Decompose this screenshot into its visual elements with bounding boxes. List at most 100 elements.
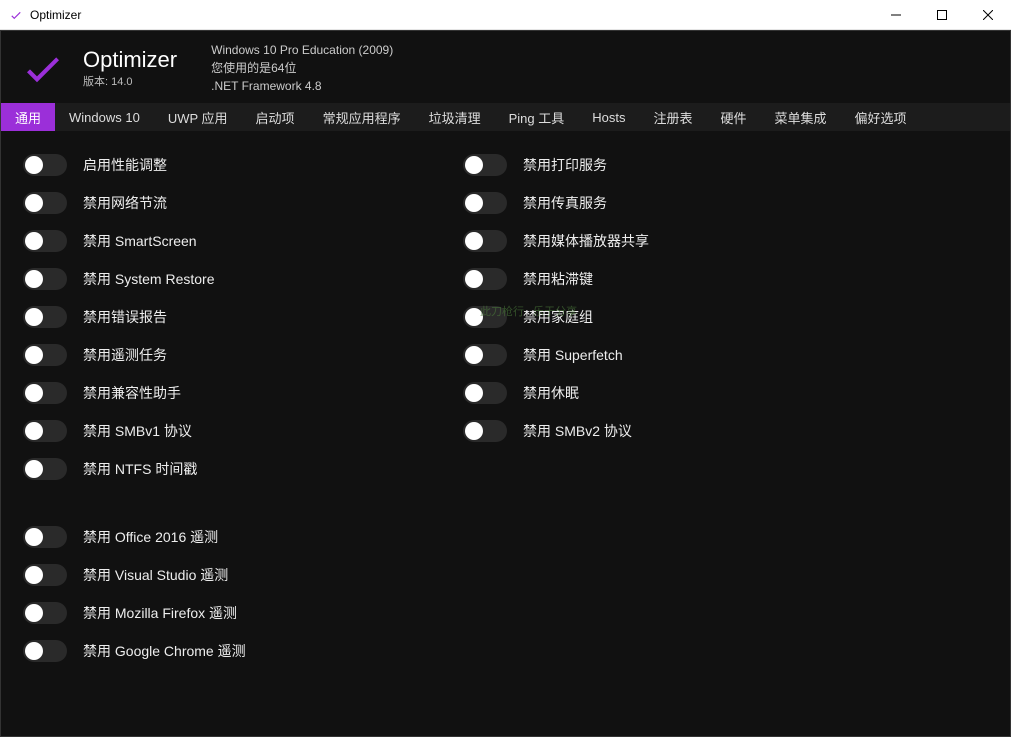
toggle-ntfs-timestamp[interactable] xyxy=(23,458,67,480)
toggle-fax-service[interactable] xyxy=(463,192,507,214)
toggle-label: 禁用 SMBv2 协议 xyxy=(523,421,632,441)
logo-icon xyxy=(19,44,67,92)
tab-registry[interactable]: 注册表 xyxy=(639,103,706,131)
tab-options[interactable]: 偏好选项 xyxy=(841,103,921,131)
minimize-button[interactable] xyxy=(873,0,919,30)
tab-ping[interactable]: Ping 工具 xyxy=(495,103,579,131)
tab-common-apps[interactable]: 常规应用程序 xyxy=(309,103,415,131)
app-title-block: Optimizer 版本: 14.0 xyxy=(83,47,177,89)
toggle-knob xyxy=(465,384,483,402)
toggle-knob xyxy=(25,528,43,546)
toggle-knob xyxy=(465,346,483,364)
toggle-performance[interactable] xyxy=(23,154,67,176)
toggle-knob xyxy=(25,460,43,478)
toggle-firefox-telemetry[interactable] xyxy=(23,602,67,624)
toggle-row-superfetch: 禁用 Superfetch xyxy=(451,337,831,373)
tab-windows10[interactable]: Windows 10 xyxy=(55,103,154,131)
toggle-knob xyxy=(25,308,43,326)
titlebar: Optimizer xyxy=(0,0,1011,30)
toggle-row-firefox-telemetry: 禁用 Mozilla Firefox 遥测 xyxy=(11,595,391,631)
toggle-knob xyxy=(25,384,43,402)
toggle-label: 禁用 Google Chrome 遥测 xyxy=(83,641,246,661)
toggle-telemetry-tasks[interactable] xyxy=(23,344,67,366)
sysinfo-arch: 您使用的是64位 xyxy=(211,59,393,77)
toggle-row-error-reporting: 禁用错误报告 xyxy=(11,299,391,335)
window-title: Optimizer xyxy=(30,8,873,22)
toggle-knob xyxy=(25,156,43,174)
toggle-row-compat-assistant: 禁用兼容性助手 xyxy=(11,375,391,411)
tab-general[interactable]: 通用 xyxy=(1,103,55,131)
toggle-label: 禁用媒体播放器共享 xyxy=(523,231,649,251)
app-header: Optimizer 版本: 14.0 Windows 10 Pro Educat… xyxy=(1,31,1010,103)
toggle-label: 禁用 SMBv1 协议 xyxy=(83,421,192,441)
toggle-label: 启用性能调整 xyxy=(83,155,167,175)
toggle-smbv2[interactable] xyxy=(463,420,507,442)
toggle-homegroup[interactable] xyxy=(463,306,507,328)
toggle-network-throttling[interactable] xyxy=(23,192,67,214)
toggle-label: 禁用粘滞键 xyxy=(523,269,593,289)
close-button[interactable] xyxy=(965,0,1011,30)
group-spacer xyxy=(11,489,391,517)
tab-bar: 通用 Windows 10 UWP 应用 启动项 常规应用程序 垃圾清理 Pin… xyxy=(1,103,1010,131)
toggle-row-sticky-keys: 禁用粘滞键 xyxy=(451,261,831,297)
toggle-hibernation[interactable] xyxy=(463,382,507,404)
toggle-media-sharing[interactable] xyxy=(463,230,507,252)
toggle-knob xyxy=(25,422,43,440)
toggle-row-smbv1: 禁用 SMBv1 协议 xyxy=(11,413,391,449)
app-body: Optimizer 版本: 14.0 Windows 10 Pro Educat… xyxy=(0,30,1011,737)
toggle-row-print-service: 禁用打印服务 xyxy=(451,147,831,183)
toggle-system-restore[interactable] xyxy=(23,268,67,290)
toggle-knob xyxy=(25,346,43,364)
toggle-label: 禁用休眠 xyxy=(523,383,579,403)
toggle-label: 禁用遥测任务 xyxy=(83,345,167,365)
tab-cleaner[interactable]: 垃圾清理 xyxy=(415,103,495,131)
toggle-row-fax-service: 禁用传真服务 xyxy=(451,185,831,221)
toggle-knob xyxy=(465,156,483,174)
toggle-knob xyxy=(25,566,43,584)
toggle-row-ntfs-timestamp: 禁用 NTFS 时间戳 xyxy=(11,451,391,487)
toggle-label: 禁用 Office 2016 遥测 xyxy=(83,527,218,547)
tab-hosts[interactable]: Hosts xyxy=(578,103,639,131)
toggle-compat-assistant[interactable] xyxy=(23,382,67,404)
toggle-knob xyxy=(465,232,483,250)
toggle-knob xyxy=(25,232,43,250)
tab-startup[interactable]: 启动项 xyxy=(242,103,309,131)
toggle-label: 禁用 Superfetch xyxy=(523,345,623,365)
toggle-superfetch[interactable] xyxy=(463,344,507,366)
toggle-smbv1[interactable] xyxy=(23,420,67,442)
toggle-row-network-throttling: 禁用网络节流 xyxy=(11,185,391,221)
toggle-sticky-keys[interactable] xyxy=(463,268,507,290)
content-area: 启用性能调整 禁用网络节流 禁用 SmartScreen 禁用 System R… xyxy=(1,131,1010,736)
toggle-row-homegroup: 禁用家庭组 xyxy=(451,299,831,335)
toggle-smartscreen[interactable] xyxy=(23,230,67,252)
toggle-knob xyxy=(25,194,43,212)
toggle-row-vs-telemetry: 禁用 Visual Studio 遥测 xyxy=(11,557,391,593)
toggle-label: 禁用传真服务 xyxy=(523,193,607,213)
app-name: Optimizer xyxy=(83,47,177,73)
tab-integrator[interactable]: 菜单集成 xyxy=(761,103,841,131)
toggle-vs-telemetry[interactable] xyxy=(23,564,67,586)
tab-hardware[interactable]: 硬件 xyxy=(706,103,760,131)
right-column: 禁用打印服务 禁用传真服务 禁用媒体播放器共享 禁用粘滞键 禁用家庭组 禁用 S… xyxy=(451,147,831,720)
toggle-office-telemetry[interactable] xyxy=(23,526,67,548)
toggle-row-performance: 启用性能调整 xyxy=(11,147,391,183)
toggle-label: 禁用打印服务 xyxy=(523,155,607,175)
toggle-row-chrome-telemetry: 禁用 Google Chrome 遥测 xyxy=(11,633,391,669)
toggle-row-smartscreen: 禁用 SmartScreen xyxy=(11,223,391,259)
toggle-chrome-telemetry[interactable] xyxy=(23,640,67,662)
toggle-knob xyxy=(465,194,483,212)
maximize-button[interactable] xyxy=(919,0,965,30)
toggle-row-telemetry-tasks: 禁用遥测任务 xyxy=(11,337,391,373)
tab-uwp[interactable]: UWP 应用 xyxy=(154,103,242,131)
toggle-print-service[interactable] xyxy=(463,154,507,176)
sysinfo-os: Windows 10 Pro Education (2009) xyxy=(211,41,393,59)
sysinfo-dotnet: .NET Framework 4.8 xyxy=(211,77,393,95)
toggle-error-reporting[interactable] xyxy=(23,306,67,328)
toggle-row-hibernation: 禁用休眠 xyxy=(451,375,831,411)
toggle-knob xyxy=(25,270,43,288)
toggle-label: 禁用 System Restore xyxy=(83,269,214,289)
left-column: 启用性能调整 禁用网络节流 禁用 SmartScreen 禁用 System R… xyxy=(11,147,391,720)
window-controls xyxy=(873,0,1011,29)
toggle-label: 禁用 SmartScreen xyxy=(83,231,197,251)
toggle-row-media-sharing: 禁用媒体播放器共享 xyxy=(451,223,831,259)
